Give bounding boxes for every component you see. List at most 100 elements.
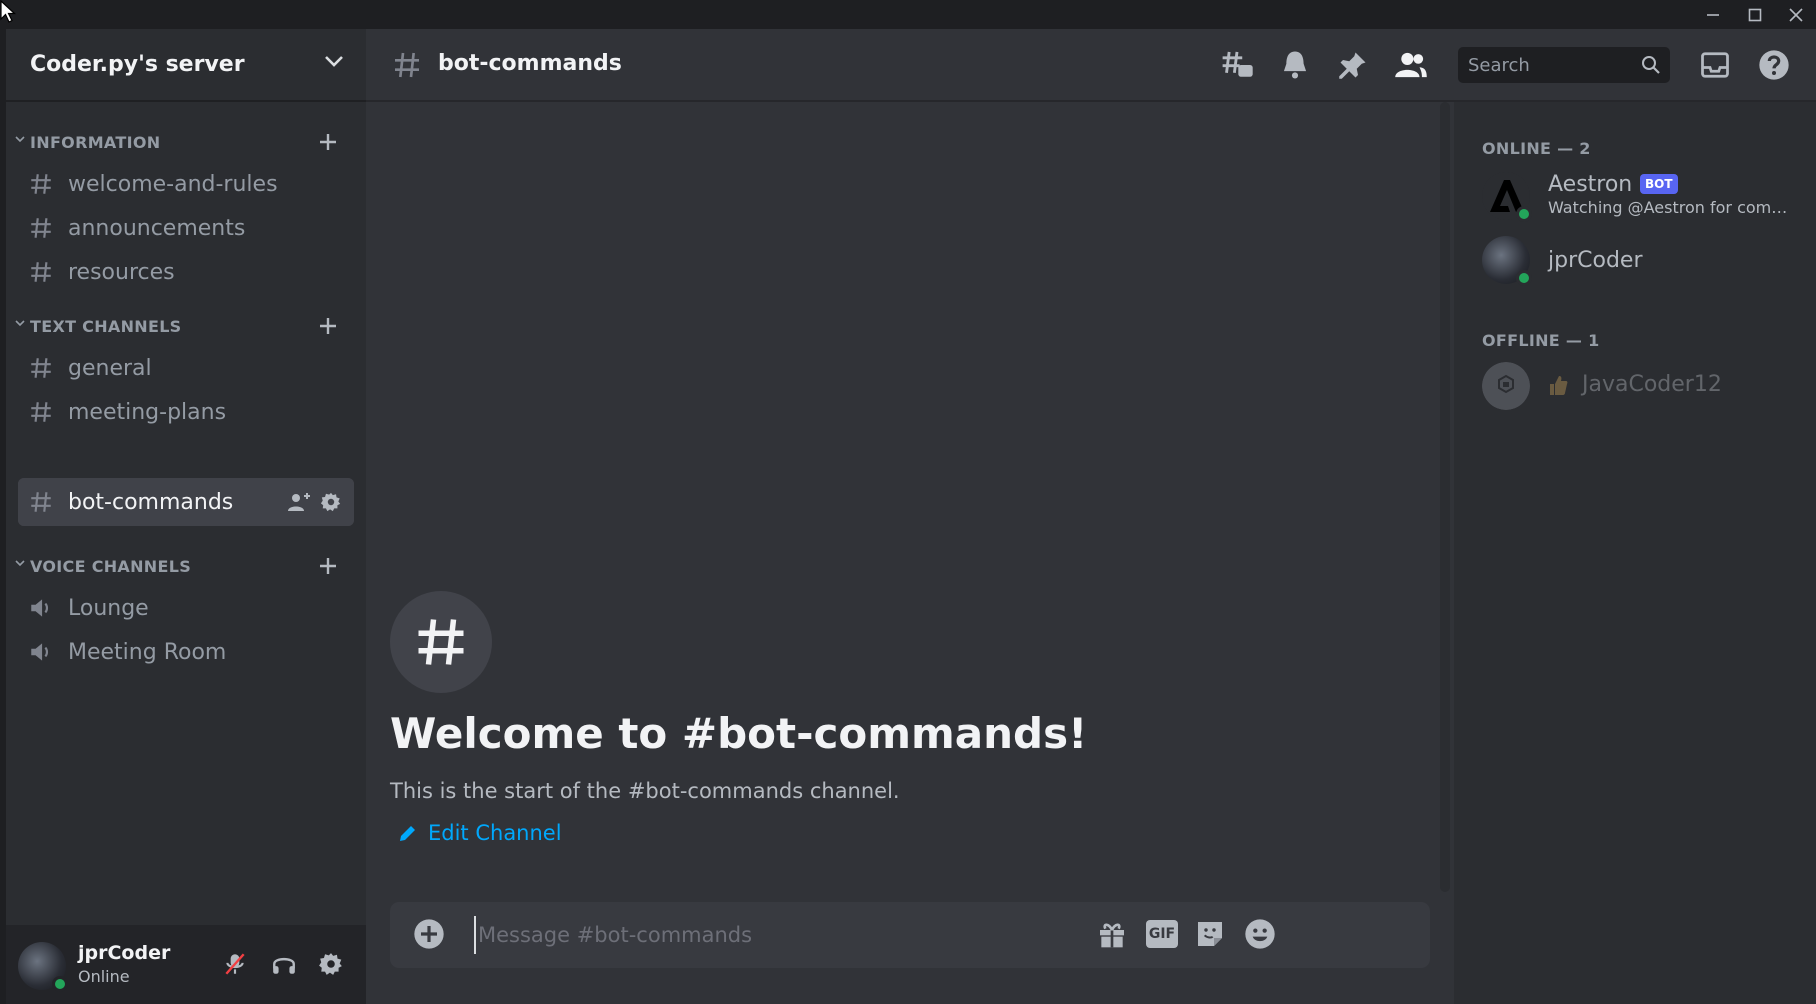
pinned-messages-icon[interactable] — [1338, 49, 1368, 81]
channel-meeting-room[interactable]: Meeting Room — [18, 628, 354, 676]
gif-button[interactable]: GIF — [1146, 920, 1178, 948]
hash-icon — [31, 358, 51, 378]
hash-icon — [31, 218, 51, 238]
close-icon — [1789, 7, 1803, 22]
close-button[interactable] — [1776, 0, 1816, 29]
hash-icon — [31, 174, 51, 194]
user-settings-gear-icon[interactable] — [318, 951, 344, 977]
mute-microphone-icon[interactable] — [222, 951, 248, 977]
gear-icon[interactable] — [320, 491, 342, 513]
speaker-icon — [31, 643, 49, 661]
gift-icon[interactable] — [1096, 918, 1128, 950]
user-status: Online — [78, 967, 130, 986]
pencil-icon — [400, 826, 415, 841]
hash-icon — [31, 262, 51, 282]
channel-general[interactable]: general — [18, 344, 354, 392]
category-label: VOICE CHANNELS — [30, 556, 192, 576]
chevron-down-icon — [325, 56, 343, 67]
category-label: TEXT CHANNELS — [30, 316, 182, 336]
hash-icon — [31, 492, 51, 512]
welcome-title: Welcome to #bot-commands! — [390, 709, 1088, 758]
caret-down-icon — [15, 136, 25, 143]
headphones-icon[interactable] — [270, 951, 298, 977]
thumbs-up-icon — [1550, 376, 1568, 395]
title-bar — [0, 0, 1816, 29]
channel-icon-circle — [390, 591, 492, 693]
edit-channel-label: Edit Channel — [428, 821, 562, 845]
emoji-icon[interactable] — [1244, 918, 1276, 950]
scrollbar[interactable] — [1440, 102, 1450, 892]
add-channel-icon[interactable] — [316, 314, 340, 338]
channel-label: bot-commands — [68, 489, 234, 515]
channel-label: resources — [68, 259, 175, 285]
caret-down-icon — [15, 560, 25, 567]
member-list: ONLINE — 2 Aestron BOT Watching @Aestron… — [1454, 102, 1816, 1004]
minimize-button[interactable] — [1693, 0, 1733, 29]
server-header[interactable]: Coder.py's server — [6, 29, 366, 102]
channel-label: general — [68, 355, 152, 381]
member-name: Aestron — [1548, 172, 1633, 197]
online-header: ONLINE — 2 — [1482, 139, 1591, 158]
maximize-icon — [1748, 8, 1762, 21]
message-composer: GIF — [390, 902, 1430, 968]
edit-channel-link[interactable]: Edit Channel — [398, 821, 562, 845]
minimize-icon — [1707, 13, 1719, 16]
server-name: Coder.py's server — [30, 52, 245, 77]
category-information[interactable]: INFORMATION — [6, 127, 366, 157]
category-text-channels[interactable]: TEXT CHANNELS — [6, 311, 366, 341]
category-label: INFORMATION — [30, 132, 161, 152]
add-channel-icon[interactable] — [316, 554, 340, 578]
hash-icon — [418, 619, 464, 665]
member-name: jprCoder — [1548, 248, 1643, 273]
hash-icon — [395, 52, 419, 78]
channel-label: announcements — [68, 215, 246, 241]
channel-label: meeting-plans — [68, 399, 227, 425]
channel-sidebar: Coder.py's server INFORMATION welcome-an… — [6, 29, 366, 1004]
offline-header: OFFLINE — 1 — [1482, 331, 1600, 350]
channel-label: welcome-and-rules — [68, 171, 278, 197]
channel-welcome-and-rules[interactable]: welcome-and-rules — [18, 160, 354, 208]
member-list-icon[interactable] — [1394, 49, 1428, 81]
member-activity: Watching @Aestron for commands — [1548, 198, 1796, 217]
notification-bell-icon[interactable] — [1280, 49, 1310, 81]
user-panel: jprCoder Online — [6, 925, 366, 1004]
member-jprcoder[interactable]: jprCoder — [1482, 232, 1802, 288]
sticker-icon[interactable] — [1194, 918, 1226, 950]
online-status-dot — [52, 976, 68, 992]
add-channel-icon[interactable] — [316, 130, 340, 154]
channel-label: Lounge — [68, 595, 149, 621]
channel-label: Meeting Room — [68, 639, 227, 665]
caret-down-icon — [15, 320, 25, 327]
default-avatar — [1482, 362, 1530, 410]
channel-title: bot-commands — [438, 51, 622, 76]
member-name: JavaCoder12 — [1582, 372, 1722, 397]
channel-meeting-plans[interactable]: meeting-plans — [18, 388, 354, 436]
welcome-subtitle: This is the start of the #bot-commands c… — [390, 779, 900, 803]
online-status-dot — [1516, 206, 1532, 222]
gif-label: GIF — [1148, 926, 1176, 942]
channel-lounge[interactable]: Lounge — [18, 584, 354, 632]
speaker-icon — [31, 599, 49, 617]
member-aestron[interactable]: Aestron BOT Watching @Aestron for comman… — [1482, 168, 1802, 224]
online-status-dot — [1516, 270, 1532, 286]
cursor-icon — [0, 0, 17, 23]
search-input[interactable] — [1468, 47, 1638, 83]
help-icon[interactable] — [1758, 49, 1790, 81]
threads-icon[interactable] — [1220, 49, 1254, 81]
chat-area: Welcome to #bot-commands! This is the st… — [366, 102, 1454, 1004]
hash-icon — [31, 402, 51, 422]
maximize-button[interactable] — [1735, 0, 1775, 29]
user-name: jprCoder — [78, 942, 171, 964]
channel-header: bot-commands — [366, 29, 1816, 102]
search-box[interactable] — [1458, 47, 1670, 83]
message-input[interactable] — [474, 916, 1094, 954]
channel-resources[interactable]: resources — [18, 248, 354, 296]
create-invite-icon[interactable] — [288, 491, 312, 513]
inbox-icon[interactable] — [1700, 49, 1730, 81]
category-voice-channels[interactable]: VOICE CHANNELS — [6, 551, 366, 581]
member-javacoder12[interactable]: JavaCoder12 — [1482, 358, 1802, 414]
add-attachment-icon[interactable] — [413, 918, 445, 950]
bot-badge: BOT — [1640, 174, 1678, 194]
channel-bot-commands-active[interactable]: bot-commands — [18, 478, 354, 526]
channel-announcements[interactable]: announcements — [18, 204, 354, 252]
